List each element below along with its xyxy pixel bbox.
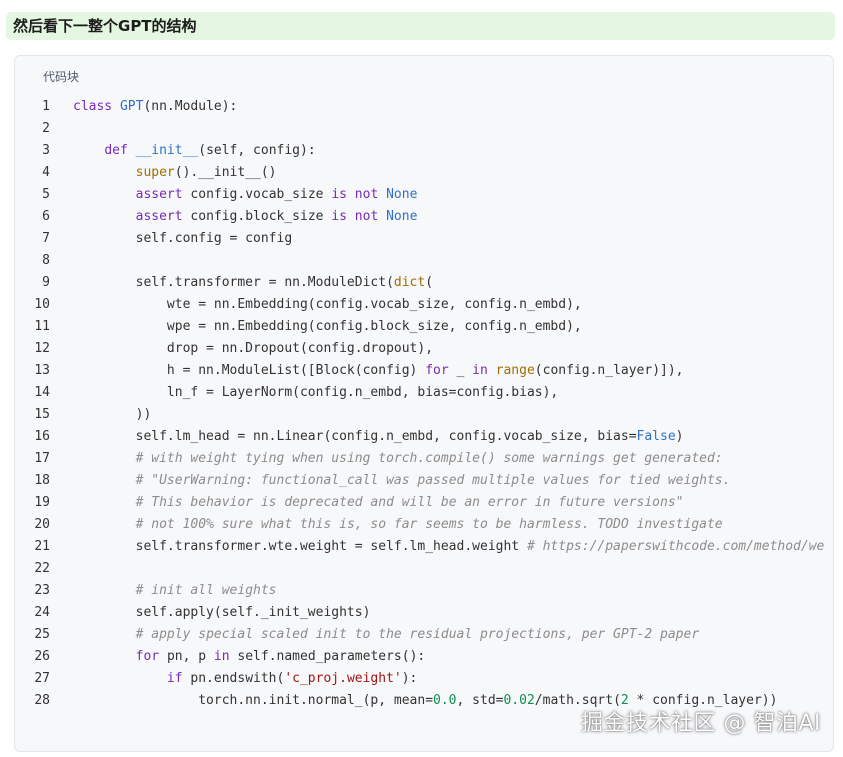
line-number: 2: [42, 121, 50, 136]
watermark: 掘金技术社区 @ 智泊AI: [580, 711, 821, 736]
code-line: 25 # apply special scaled init to the re…: [15, 624, 833, 646]
line-number: 24: [34, 605, 50, 620]
code-line: 22: [15, 558, 833, 580]
line-number: 9: [42, 275, 50, 290]
line-number: 22: [34, 561, 50, 576]
line-number: 13: [34, 363, 50, 378]
line-number: 19: [34, 495, 50, 510]
line-source: wte = nn.Embedding(config.vocab_size, co…: [73, 297, 582, 312]
code-lines: 1 class GPT(nn.Module): 2 3 def __init__(se…: [15, 96, 833, 712]
line-number: 3: [42, 143, 50, 158]
line-number: 18: [34, 473, 50, 488]
code-line: 4 super().__init__(): [15, 162, 833, 184]
line-source: # init all weights: [135, 583, 277, 598]
line-number: 8: [42, 253, 50, 268]
line-number: 12: [34, 341, 50, 356]
section-heading: 然后看下一整个GPT的结构: [6, 12, 835, 40]
line-number: 7: [42, 231, 50, 246]
line-number: 17: [34, 451, 50, 466]
code-line: 7 self.config = config: [15, 228, 833, 250]
line-number: 27: [34, 671, 50, 686]
line-source: self.transformer = nn.ModuleDict(dict(: [73, 275, 434, 290]
line-number: 25: [34, 627, 50, 642]
line-source: drop = nn.Dropout(config.dropout),: [73, 341, 434, 356]
code-line: 23 # init all weights: [15, 580, 833, 602]
line-source: def __init__(self, config):: [104, 143, 316, 158]
line-source: # "UserWarning: functional_call was pass…: [135, 473, 731, 488]
line-number: 21: [34, 539, 50, 554]
line-number: 16: [34, 429, 50, 444]
code-block: 代码块 1 class GPT(nn.Module): 2 3 def __init_…: [14, 55, 834, 752]
code-line: 1 class GPT(nn.Module):: [15, 96, 833, 118]
code-line: 20 # not 100% sure what this is, so far …: [15, 514, 833, 536]
line-number: 15: [34, 407, 50, 422]
line-number: 11: [34, 319, 50, 334]
line-source: if pn.endswith('c_proj.weight'):: [166, 671, 418, 686]
line-number: 26: [34, 649, 50, 664]
line-source: class GPT(nn.Module):: [73, 99, 238, 114]
code-line: 21 self.transformer.wte.weight = self.lm…: [15, 536, 833, 558]
line-number: 5: [42, 187, 50, 202]
line-source: self.transformer.wte.weight = self.lm_he…: [73, 539, 825, 554]
code-line: 27 if pn.endswith('c_proj.weight'):: [15, 668, 833, 690]
line-number: 14: [34, 385, 50, 400]
code-line: 9 self.transformer = nn.ModuleDict(dict(: [15, 272, 833, 294]
code-block-label: 代码块: [43, 70, 80, 84]
line-source: for pn, p in self.named_parameters():: [135, 649, 426, 664]
code-line: 2: [15, 118, 833, 140]
line-number: 28: [34, 693, 50, 708]
line-source: h = nn.ModuleList([Block(config) for _ i…: [73, 363, 684, 378]
line-number: 4: [42, 165, 50, 180]
line-number: 20: [34, 517, 50, 532]
code-line: 19 # This behavior is deprecated and wil…: [15, 492, 833, 514]
line-number: 1: [42, 99, 50, 114]
code-line: 13 h = nn.ModuleList([Block(config) for …: [15, 360, 833, 382]
code-line: 18 # "UserWarning: functional_call was p…: [15, 470, 833, 492]
code-line: 17 # with weight tying when using torch.…: [15, 448, 833, 470]
line-source: self.config = config: [73, 231, 293, 246]
code-line: 6 assert config.block_size is not None: [15, 206, 833, 228]
line-source: assert config.block_size is not None: [135, 209, 418, 224]
code-line: 10 wte = nn.Embedding(config.vocab_size,…: [15, 294, 833, 316]
line-source: super().__init__(): [135, 165, 277, 180]
code-line: 26 for pn, p in self.named_parameters():: [15, 646, 833, 668]
code-line: 12 drop = nn.Dropout(config.dropout),: [15, 338, 833, 360]
code-line: 24 self.apply(self._init_weights): [15, 602, 833, 624]
code-line: 14 ln_f = LayerNorm(config.n_embd, bias=…: [15, 382, 833, 404]
line-source: # with weight tying when using torch.com…: [135, 451, 723, 466]
line-number: 23: [34, 583, 50, 598]
code-line: 8: [15, 250, 833, 272]
code-line: 3 def __init__(self, config):: [15, 140, 833, 162]
line-number: 6: [42, 209, 50, 224]
line-source: # not 100% sure what this is, so far see…: [135, 517, 723, 532]
line-source: self.lm_head = nn.Linear(config.n_embd, …: [73, 429, 684, 444]
line-source: # This behavior is deprecated and will b…: [135, 495, 684, 510]
line-source: self.apply(self._init_weights): [73, 605, 371, 620]
code-line: 11 wpe = nn.Embedding(config.block_size,…: [15, 316, 833, 338]
line-source: )): [73, 407, 152, 422]
code-line: 16 self.lm_head = nn.Linear(config.n_emb…: [15, 426, 833, 448]
line-source: # apply special scaled init to the resid…: [135, 627, 700, 642]
line-number: 10: [34, 297, 50, 312]
code-line: 5 assert config.vocab_size is not None: [15, 184, 833, 206]
code-line: 15 )): [15, 404, 833, 426]
line-source: assert config.vocab_size is not None: [135, 187, 418, 202]
line-source: ln_f = LayerNorm(config.n_embd, bias=con…: [73, 385, 559, 400]
line-source: wpe = nn.Embedding(config.block_size, co…: [73, 319, 582, 334]
